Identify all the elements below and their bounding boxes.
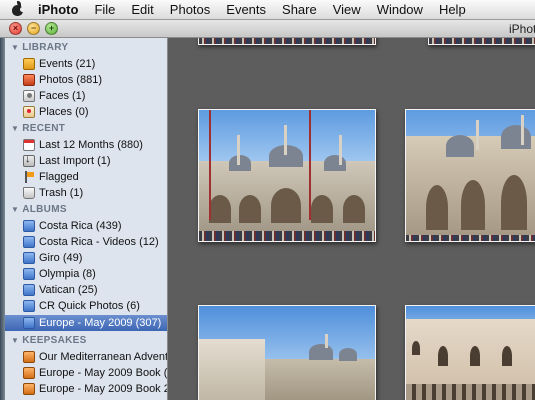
photo-thumbnail[interactable] [198,38,376,45]
album-icon [23,284,35,296]
sidebar-item-label: Last 12 Months (880) [39,139,143,151]
disclosure-triangle-icon[interactable]: ▼ [11,43,19,52]
disclosure-triangle-icon[interactable]: ▼ [11,205,19,214]
calendar-icon [23,139,35,151]
photo-thumbnail[interactable] [198,305,376,400]
book-icon [23,351,35,363]
sidebar-item-giro[interactable]: Giro (49) [5,250,167,266]
faces-icon [23,90,35,102]
section-header-library[interactable]: ▼ LIBRARY [11,42,68,56]
sidebar-item-our-mediterranean[interactable]: Our Mediterranean Advent... [5,349,168,365]
photo-thumbnail[interactable] [405,305,535,400]
book-icon [23,367,35,379]
sidebar-item-label: Europe - May 2009 (307) [39,317,162,329]
sidebar-item-faces[interactable]: Faces (1) [5,88,167,104]
menu-app-iphoto[interactable]: iPhoto [30,0,86,20]
sidebar-item-photos[interactable]: Photos (881) [5,72,167,88]
source-list-sidebar: ▼ LIBRARY Events (21) Photos (881) Faces … [0,38,168,400]
window-titlebar[interactable]: × − + iPhoto [0,20,535,38]
sidebar-item-label: Costa Rica - Videos (12) [39,236,159,248]
sidebar-item-europe-book[interactable]: Europe - May 2009 Book (307) [5,365,168,381]
sidebar-item-costa-rica[interactable]: Costa Rica (439) [5,218,167,234]
events-icon [23,58,35,70]
import-icon [23,153,35,167]
sidebar-item-last-12-months[interactable]: Last 12 Months (880) [5,137,167,153]
places-icon [23,106,35,118]
sidebar-item-label: Europe - May 2009 Book (307) [39,367,168,379]
menu-file[interactable]: File [86,0,123,20]
trash-icon [23,187,35,199]
sidebar-item-label: Europe - May 2009 Book 2... [39,383,168,395]
photo-thumbnail[interactable] [428,38,535,45]
sidebar-item-label: Places (0) [39,106,89,118]
zoom-window-button[interactable]: + [45,22,58,35]
menu-events[interactable]: Events [218,0,274,20]
sidebar-item-label: Events (21) [39,58,96,70]
menu-bar: iPhoto File Edit Photos Events Share Vie… [0,0,535,20]
disclosure-triangle-icon[interactable]: ▼ [11,124,19,133]
sidebar-item-label: Olympia (8) [39,268,96,280]
album-icon [23,268,35,280]
sidebar-item-flagged[interactable]: Flagged [5,169,167,185]
album-icon [23,252,35,264]
sidebar-item-vatican[interactable]: Vatican (25) [5,282,167,298]
section-header-albums[interactable]: ▼ ALBUMS [11,204,67,218]
sidebar-item-label: Trash (1) [39,187,84,199]
menu-edit[interactable]: Edit [123,0,161,20]
sidebar-item-costa-rica-videos[interactable]: Costa Rica - Videos (12) [5,234,167,250]
apple-menu-icon[interactable] [0,0,30,20]
sidebar-item-cr-quick-photos[interactable]: CR Quick Photos (6) [5,298,167,314]
sidebar-item-events[interactable]: Events (21) [5,56,167,72]
sidebar-item-places[interactable]: Places (0) [5,104,167,120]
menu-share[interactable]: Share [274,0,325,20]
photos-icon [23,74,35,86]
album-icon [23,220,35,232]
sidebar-item-label: Last Import (1) [39,155,111,167]
album-icon [23,300,35,312]
menu-help[interactable]: Help [431,0,474,20]
menu-photos[interactable]: Photos [162,0,218,20]
disclosure-triangle-icon[interactable]: ▼ [11,336,19,345]
photo-thumbnail[interactable] [405,109,535,242]
photo-grid[interactable] [168,38,535,400]
sidebar-item-olympia[interactable]: Olympia (8) [5,266,167,282]
sidebar-item-europe-book-2[interactable]: Europe - May 2009 Book 2... [5,381,168,397]
sidebar-item-europe-may-2009[interactable]: Europe - May 2009 (307) [5,315,167,331]
flag-icon [23,171,35,183]
sidebar-item-label: Costa Rica (439) [39,220,122,232]
section-header-recent[interactable]: ▼ RECENT [11,123,65,137]
sidebar-item-label: Our Mediterranean Advent... [39,351,168,363]
close-window-button[interactable]: × [9,22,22,35]
sidebar-item-last-import[interactable]: Last Import (1) [5,153,167,169]
sidebar-item-label: Vatican (25) [39,284,98,296]
menu-view[interactable]: View [325,0,369,20]
album-icon [23,236,35,248]
sidebar-item-label: Faces (1) [39,90,86,102]
photo-thumbnail[interactable] [198,109,376,242]
minimize-window-button[interactable]: − [27,22,40,35]
window-title: iPhoto [508,22,535,36]
menu-window[interactable]: Window [369,0,431,20]
sidebar-item-label: Photos (881) [39,74,102,86]
sidebar-item-label: Giro (49) [39,252,83,264]
album-icon [23,317,35,329]
book-icon [23,383,35,395]
sidebar-item-label: Flagged [39,171,79,183]
section-header-keepsakes[interactable]: ▼ KEEPSAKES [11,335,87,349]
sidebar-item-label: CR Quick Photos (6) [39,300,140,312]
sidebar-item-trash[interactable]: Trash (1) [5,185,167,201]
